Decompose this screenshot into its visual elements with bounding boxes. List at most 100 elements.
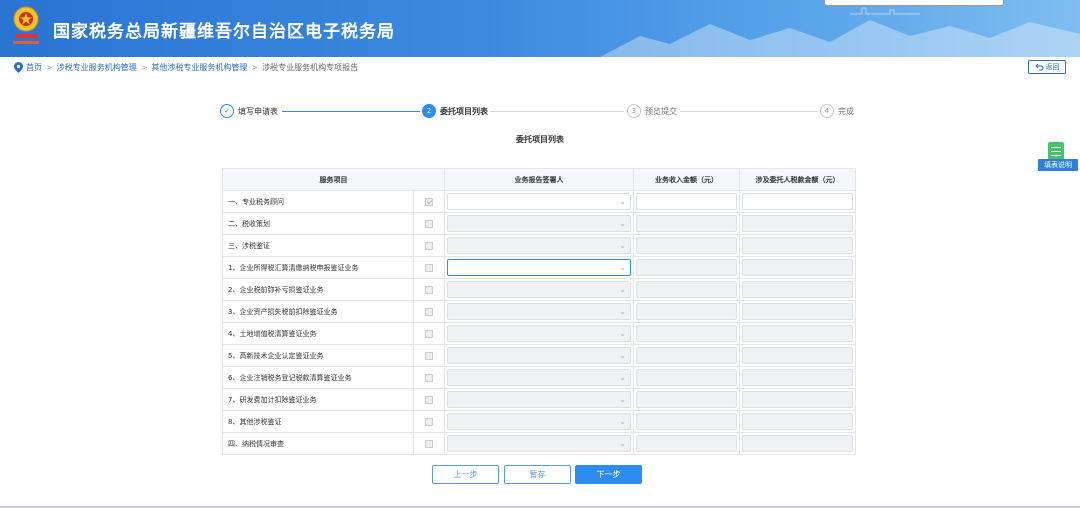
service-item-label: 8、其他涉税鉴证	[222, 410, 414, 433]
row-checkbox[interactable]	[425, 197, 433, 206]
row-checkbox[interactable]	[425, 417, 433, 426]
tax-amount-input[interactable]	[742, 237, 853, 254]
return-arrow-icon	[1034, 63, 1044, 71]
tax-amount-input-cell	[739, 388, 856, 411]
income-input[interactable]	[636, 391, 737, 408]
income-input[interactable]	[636, 193, 737, 210]
row-checkbox[interactable]	[425, 285, 433, 294]
signer-cell: ⌄	[444, 410, 634, 433]
step-preview-submit: 3 预览提交	[627, 104, 677, 118]
row-checkbox[interactable]	[425, 219, 433, 228]
breadcrumb-agency-management[interactable]: 涉税专业服务机构管理	[57, 62, 137, 73]
signer-select[interactable]: ⌄	[447, 303, 631, 320]
income-input[interactable]	[636, 303, 737, 320]
next-step-button[interactable]: 下一步	[575, 465, 642, 484]
progress-steps: ✓ 填写申请表 2 委托项目列表 3 预览提交 4 完成	[220, 104, 860, 120]
service-item-label: 4、土地增值税清算鉴证业务	[222, 322, 414, 345]
row-checkbox[interactable]	[425, 373, 433, 382]
row-checkbox-cell	[413, 278, 445, 301]
signer-select[interactable]: ⌄	[447, 281, 631, 298]
tax-amount-input[interactable]	[742, 391, 853, 408]
chevron-down-icon: ⌄	[619, 197, 626, 206]
step-project-list: 2 委托项目列表	[422, 104, 488, 118]
income-input[interactable]	[636, 435, 737, 452]
tax-amount-input[interactable]	[742, 413, 853, 430]
step-connector	[282, 111, 420, 112]
income-input[interactable]	[636, 347, 737, 364]
signer-cell: ⌄	[444, 344, 634, 367]
tax-amount-input-cell	[739, 344, 856, 367]
breadcrumb-other-agency-management[interactable]: 其他涉税专业服务机构管理	[151, 62, 247, 73]
step-fill-application: ✓ 填写申请表	[220, 104, 278, 118]
income-input[interactable]	[636, 281, 737, 298]
income-input[interactable]	[636, 325, 737, 342]
tax-amount-input[interactable]	[742, 259, 853, 276]
tax-amount-input[interactable]	[742, 369, 853, 386]
tax-amount-input[interactable]	[742, 435, 853, 452]
row-checkbox-cell	[413, 256, 445, 279]
income-input[interactable]	[636, 259, 737, 276]
signer-select[interactable]: ⌄	[447, 259, 631, 276]
row-checkbox[interactable]	[425, 439, 433, 448]
top-search-box[interactable]	[824, 0, 1004, 6]
chevron-down-icon: ⌄	[619, 241, 626, 250]
row-checkbox[interactable]	[425, 395, 433, 404]
signer-select[interactable]: ⌄	[447, 193, 631, 210]
tax-amount-input-cell	[739, 234, 856, 257]
table-row: 5、高新技术企业认定鉴证业务 ⌄	[222, 344, 856, 367]
row-checkbox[interactable]	[425, 241, 433, 250]
tax-amount-input[interactable]	[742, 325, 853, 342]
tax-amount-input[interactable]	[742, 215, 853, 232]
chevron-down-icon: ⌄	[619, 263, 626, 272]
table-row: 3、企业资产损失税前扣除鉴证业务 ⌄	[222, 300, 856, 323]
tax-amount-input-cell	[739, 278, 856, 301]
income-input-cell	[633, 344, 740, 367]
step-label: 委托项目列表	[440, 106, 488, 116]
tax-amount-input[interactable]	[742, 281, 853, 298]
row-checkbox[interactable]	[425, 307, 433, 316]
income-input[interactable]	[636, 215, 737, 232]
chevron-down-icon: ⌄	[619, 329, 626, 338]
breadcrumb-current: 涉税专业服务机构专项报告	[262, 63, 359, 72]
income-input[interactable]	[636, 413, 737, 430]
income-input[interactable]	[636, 369, 737, 386]
step-label: 填写申请表	[238, 106, 278, 116]
signer-select[interactable]: ⌄	[447, 325, 631, 342]
income-input[interactable]	[636, 237, 737, 254]
signer-select[interactable]: ⌄	[447, 391, 631, 408]
signer-cell: ⌄	[444, 388, 634, 411]
signer-cell: ⌄	[444, 212, 634, 235]
table-row: 4、土地增值税清算鉴证业务 ⌄	[222, 322, 856, 345]
prev-step-button[interactable]: 上一步	[432, 465, 499, 484]
breadcrumb: 首页 > 涉税专业服务机构管理 > 其他涉税专业服务机构管理 > 涉税专业服务机…	[14, 62, 358, 73]
breadcrumb-home[interactable]: 首页	[26, 62, 42, 73]
chevron-down-icon: ⌄	[619, 373, 626, 382]
row-checkbox[interactable]	[425, 263, 433, 272]
row-checkbox[interactable]	[425, 351, 433, 360]
signer-select[interactable]: ⌄	[447, 347, 631, 364]
row-checkbox[interactable]	[425, 329, 433, 338]
row-checkbox-cell	[413, 344, 445, 367]
help-widget[interactable]: 填表说明	[1038, 142, 1078, 172]
service-item-label: 一、专业税务顾问	[222, 190, 414, 213]
tax-amount-input-cell	[739, 432, 856, 455]
service-item-label: 二、税收策划	[222, 212, 414, 235]
tax-amount-input[interactable]	[742, 193, 853, 210]
row-checkbox-cell	[413, 410, 445, 433]
section-title: 委托项目列表	[516, 135, 564, 144]
signer-select[interactable]: ⌄	[447, 435, 631, 452]
table-row: 四、纳税情况审查 ⌄	[222, 432, 856, 455]
signer-select[interactable]: ⌄	[447, 413, 631, 430]
tax-amount-input-cell	[739, 212, 856, 235]
tax-amount-input[interactable]	[742, 303, 853, 320]
save-draft-button[interactable]: 暂存	[504, 465, 571, 484]
chevron-down-icon: ⌄	[619, 307, 626, 316]
tax-amount-input[interactable]	[742, 347, 853, 364]
signer-cell: ⌄	[444, 322, 634, 345]
column-header-service-item: 服务项目	[222, 168, 445, 191]
breadcrumb-separator: >	[251, 63, 259, 72]
signer-select[interactable]: ⌄	[447, 237, 631, 254]
signer-select[interactable]: ⌄	[447, 215, 631, 232]
back-button[interactable]: 返回	[1028, 60, 1066, 74]
signer-select[interactable]: ⌄	[447, 369, 631, 386]
